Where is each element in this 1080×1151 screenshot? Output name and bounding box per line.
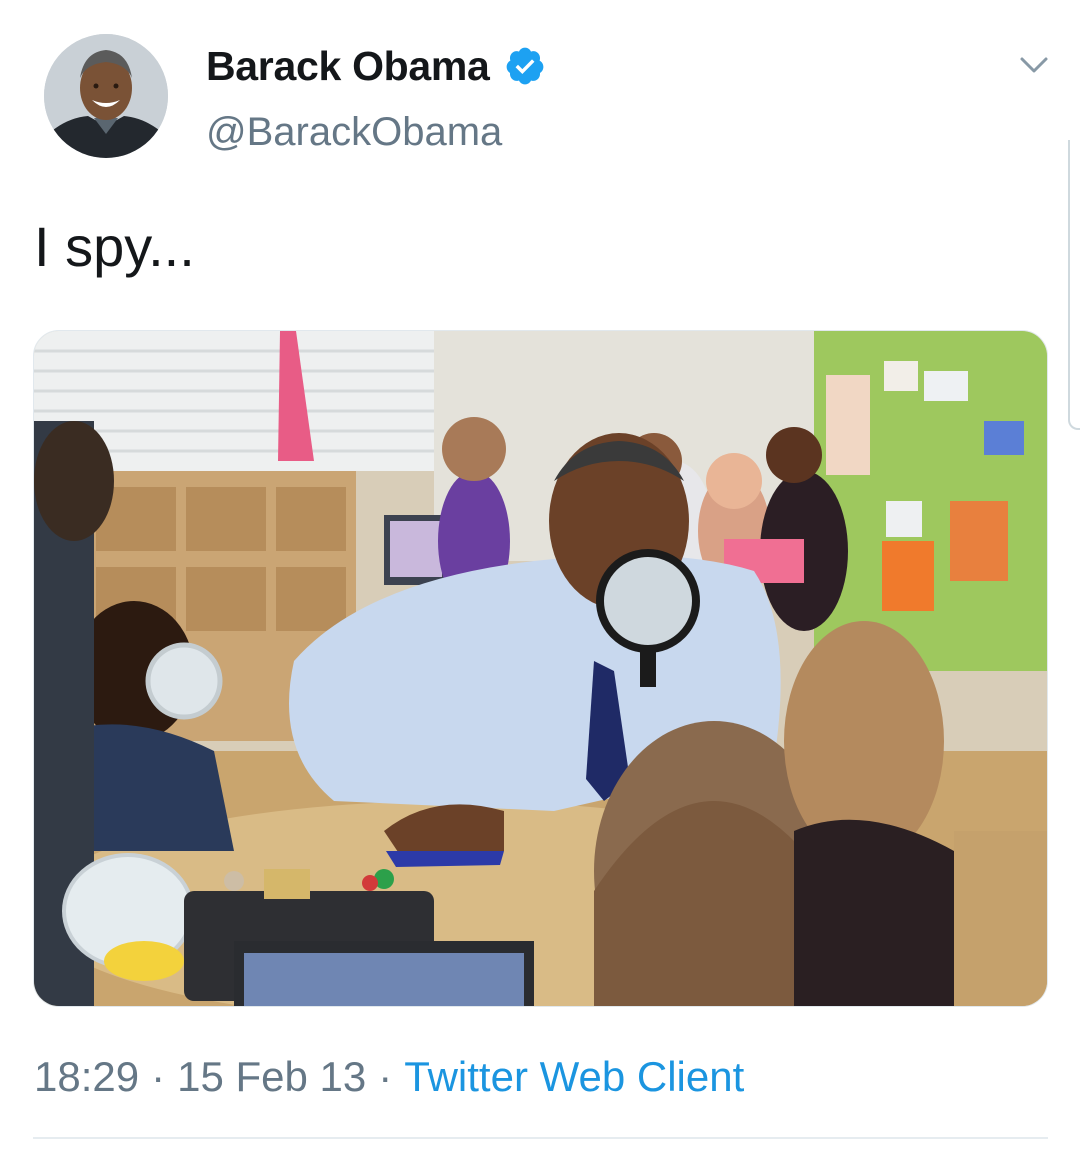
meta-separator: · [151, 1053, 166, 1100]
chevron-down-icon[interactable] [1014, 48, 1054, 82]
divider [33, 1137, 1048, 1139]
author-name-row[interactable]: Barack Obama [206, 40, 546, 92]
tweet-date[interactable]: 15 Feb 13 [177, 1053, 366, 1100]
tweet: Barack Obama @BarackObama I spy... 18:29… [0, 0, 1080, 1151]
tweet-meta: 18:29 · 15 Feb 13 · Twitter Web Client [34, 1052, 744, 1102]
author-handle[interactable]: @BarackObama [206, 110, 502, 155]
tweet-time[interactable]: 18:29 [34, 1053, 139, 1100]
verified-badge-icon [506, 47, 543, 85]
client-link[interactable]: Twitter Web Client [404, 1053, 744, 1100]
tweet-text: I spy... [34, 215, 195, 278]
classroom-photo [34, 331, 1047, 1006]
avatar[interactable] [44, 34, 168, 158]
tweet-photo[interactable] [33, 330, 1048, 1007]
scrollbar[interactable] [1068, 140, 1080, 430]
display-name[interactable]: Barack Obama [206, 43, 490, 90]
avatar-photo [44, 34, 168, 158]
meta-separator: · [378, 1053, 393, 1100]
